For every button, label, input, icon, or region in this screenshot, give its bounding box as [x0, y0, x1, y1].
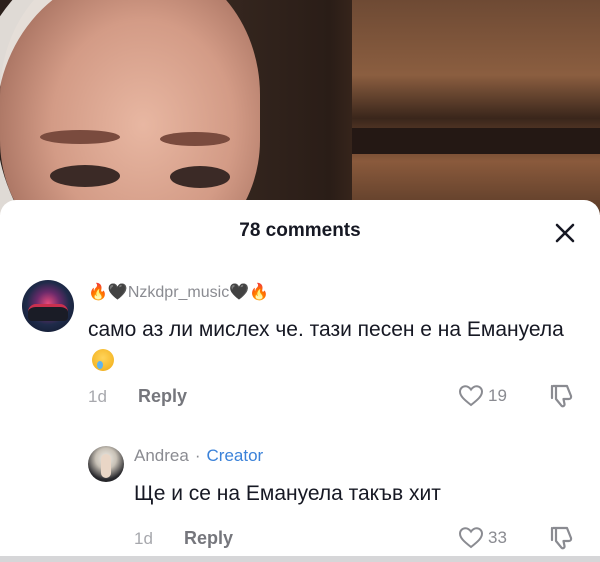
close-button[interactable]	[548, 216, 582, 250]
avatar[interactable]	[88, 446, 124, 482]
like-count: 19	[488, 386, 507, 405]
username-label: 🔥🖤Nzkdpr_music🖤🔥	[88, 284, 270, 301]
comment-reply-item: Andrea · Creator Ще и се на Емануела так…	[0, 438, 600, 562]
video-eye-right	[170, 166, 230, 188]
comment-text: Ще и се на Емануела такъв хит	[134, 478, 574, 510]
comment-username[interactable]: Andrea · Creator	[134, 446, 263, 466]
comment-text-body: само аз ли мислех че. тази песен е на Ем…	[88, 318, 564, 341]
comment-meta: 1d Reply	[134, 528, 233, 549]
video-eye-left	[50, 165, 120, 187]
video-eyebrow-left	[40, 130, 120, 144]
creator-badge: Creator	[206, 446, 264, 465]
like-button[interactable]: 19	[458, 384, 507, 408]
comment-age: 1d	[134, 528, 153, 548]
comments-header: 78 comments	[0, 200, 600, 260]
video-background-bar	[352, 128, 600, 154]
close-icon	[555, 223, 575, 243]
comment-text: само аз ли мислех че. тази песен е на Ем…	[88, 314, 568, 378]
comment-item: 🔥🖤Nzkdpr_music🖤🔥 само аз ли мислех че. т…	[0, 270, 600, 420]
video-eyebrow-right	[160, 132, 230, 146]
like-button[interactable]: 33	[458, 526, 507, 550]
username-label: Andrea	[134, 446, 189, 465]
thumbs-down-icon	[550, 526, 573, 550]
video-background[interactable]	[0, 0, 600, 215]
bottom-divider	[0, 556, 600, 562]
dislike-button[interactable]	[548, 382, 576, 410]
video-background-panel	[352, 0, 600, 215]
thumbs-down-icon	[550, 384, 573, 408]
avatar-car	[28, 304, 68, 321]
heart-outline-icon	[458, 527, 484, 549]
comment-text-body: Ще и се на Емануела такъв хит	[134, 482, 441, 505]
comment-age: 1d	[88, 386, 107, 406]
dislike-button[interactable]	[548, 524, 576, 552]
username-separator: ·	[194, 446, 201, 465]
avatar[interactable]	[22, 280, 74, 332]
reply-button[interactable]: Reply	[184, 528, 233, 549]
comment-username[interactable]: 🔥🖤Nzkdpr_music🖤🔥	[88, 282, 269, 302]
comments-count-title: 78 comments	[239, 220, 361, 241]
heart-outline-icon	[458, 385, 484, 407]
reply-button[interactable]: Reply	[138, 386, 187, 407]
crying-face-emoji	[92, 349, 114, 371]
comments-sheet: 78 comments 🔥🖤Nzkdpr_music🖤🔥 само аз ли …	[0, 200, 600, 562]
avatar-figure	[101, 454, 111, 478]
comment-meta: 1d Reply	[88, 386, 187, 407]
like-count: 33	[488, 528, 507, 547]
